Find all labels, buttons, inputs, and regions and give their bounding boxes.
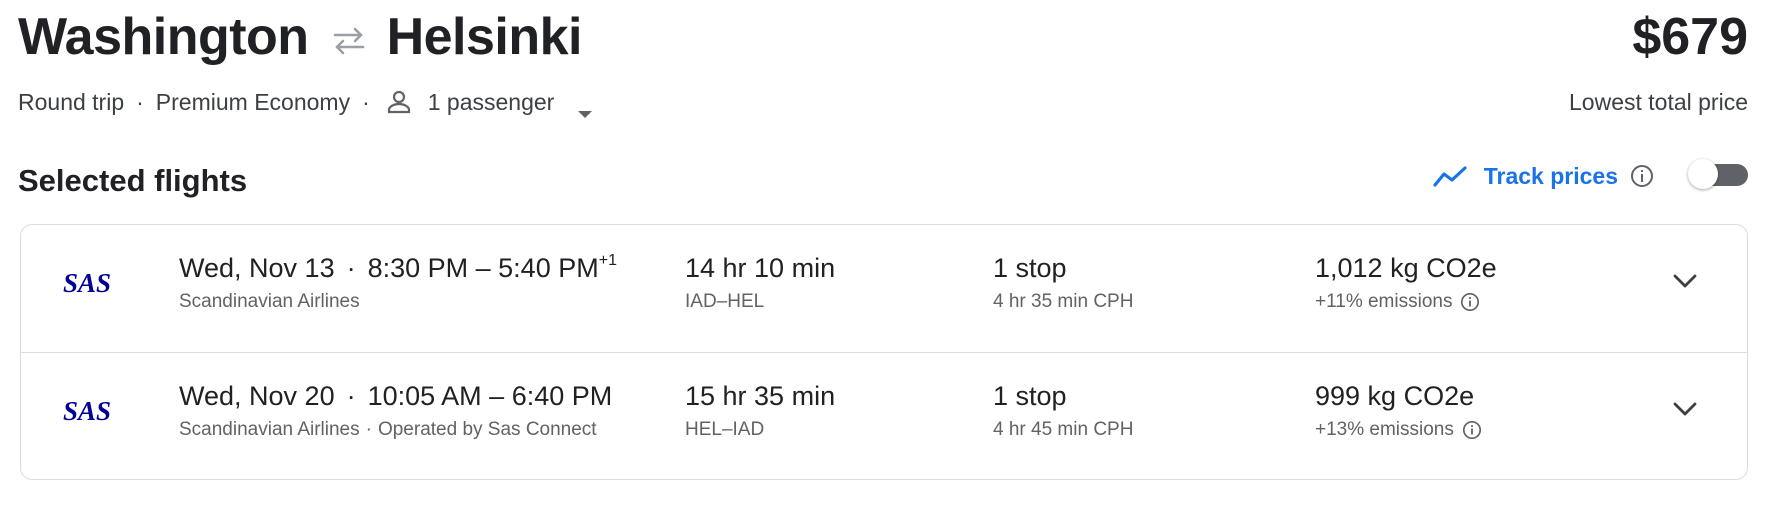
layover-info: 4 hr 35 min CPH — [993, 291, 1134, 312]
total-price: $679 — [1632, 8, 1748, 66]
trip-options: Round trip · Premium Economy · 1 passeng… — [18, 86, 594, 118]
emissions-percent: +11% emissions — [1315, 291, 1453, 312]
track-prices: Track prices — [1432, 157, 1748, 192]
cabin-class: Premium Economy — [155, 89, 351, 115]
emissions-info: +11% emissions — [1315, 289, 1480, 315]
person-icon — [386, 89, 412, 115]
track-prices-toggle[interactable] — [1688, 157, 1748, 191]
svg-text:SAS: SAS — [63, 268, 111, 297]
dropdown-caret-icon[interactable] — [576, 96, 594, 118]
emissions-percent: +13% emissions — [1315, 419, 1454, 440]
operated-by: Operated by Sas Connect — [377, 419, 597, 440]
flight-times: Wed, Nov 20 · 10:05 AM – 6:40 PM — [179, 379, 612, 413]
route-title: Washington Helsinki — [18, 6, 583, 68]
expand-chevron-icon[interactable] — [1671, 399, 1699, 419]
co2-amount: 999 kg CO2e — [1315, 381, 1475, 411]
flight-row-outbound[interactable]: SAS Wed, Nov 13 · 8:30 PM – 5:40 PM+1 Scan… — [21, 225, 1747, 352]
separator: · — [346, 253, 356, 283]
price-label: Lowest total price — [1569, 89, 1748, 115]
passenger-count[interactable]: 1 passenger — [428, 86, 555, 118]
airport-codes: IAD–HEL — [685, 291, 765, 312]
trip-type: Round trip — [18, 89, 125, 115]
info-icon[interactable] — [1460, 292, 1480, 312]
flight-date: Wed, Nov 13 — [179, 253, 335, 283]
separator: · — [362, 89, 370, 115]
flight-date: Wed, Nov 20 — [179, 381, 335, 411]
separator: · — [136, 89, 144, 115]
swap-arrows-icon — [329, 26, 369, 56]
time-range: 8:30 PM – 5:40 PM — [367, 253, 599, 283]
destination-city: Helsinki — [386, 8, 583, 66]
svg-text:SAS: SAS — [63, 396, 111, 425]
track-prices-label[interactable]: Track prices — [1484, 160, 1618, 192]
trend-icon — [1432, 163, 1470, 189]
selected-flights-card: SAS Wed, Nov 13 · 8:30 PM – 5:40 PM+1 Scan… — [20, 224, 1748, 480]
airline-name: Scandinavian Airlines — [179, 291, 360, 312]
emissions-info: +13% emissions — [1315, 417, 1482, 443]
info-icon[interactable] — [1630, 164, 1654, 188]
origin-city: Washington — [18, 8, 309, 66]
info-icon[interactable] — [1462, 420, 1482, 440]
layover-info: 4 hr 45 min CPH — [993, 419, 1134, 440]
day-offset: +1 — [598, 252, 617, 269]
airline-name: Scandinavian Airlines — [179, 419, 360, 440]
flight-duration: 14 hr 10 min — [685, 253, 836, 283]
sas-logo-icon: SAS — [61, 267, 125, 298]
flight-times: Wed, Nov 13 · 8:30 PM – 5:40 PM+1 — [179, 251, 617, 285]
flight-duration: 15 hr 35 min — [685, 381, 836, 411]
toggle-knob — [1688, 159, 1718, 189]
airline-info: Scandinavian Airlines · Operated by Sas Co… — [179, 417, 597, 443]
section-title: Selected flights — [18, 163, 248, 198]
stop-count: 1 stop — [993, 253, 1067, 283]
expand-chevron-icon[interactable] — [1671, 271, 1699, 291]
co2-amount: 1,012 kg CO2e — [1315, 253, 1497, 283]
airport-codes: HEL–IAD — [685, 419, 765, 440]
stop-count: 1 stop — [993, 381, 1067, 411]
separator: · — [365, 419, 372, 440]
flight-row-return[interactable]: SAS Wed, Nov 20 · 10:05 AM – 6:40 PM Scand… — [21, 352, 1747, 479]
time-range: 10:05 AM – 6:40 PM — [367, 381, 613, 411]
separator: · — [346, 381, 356, 411]
sas-logo-icon: SAS — [61, 395, 125, 426]
